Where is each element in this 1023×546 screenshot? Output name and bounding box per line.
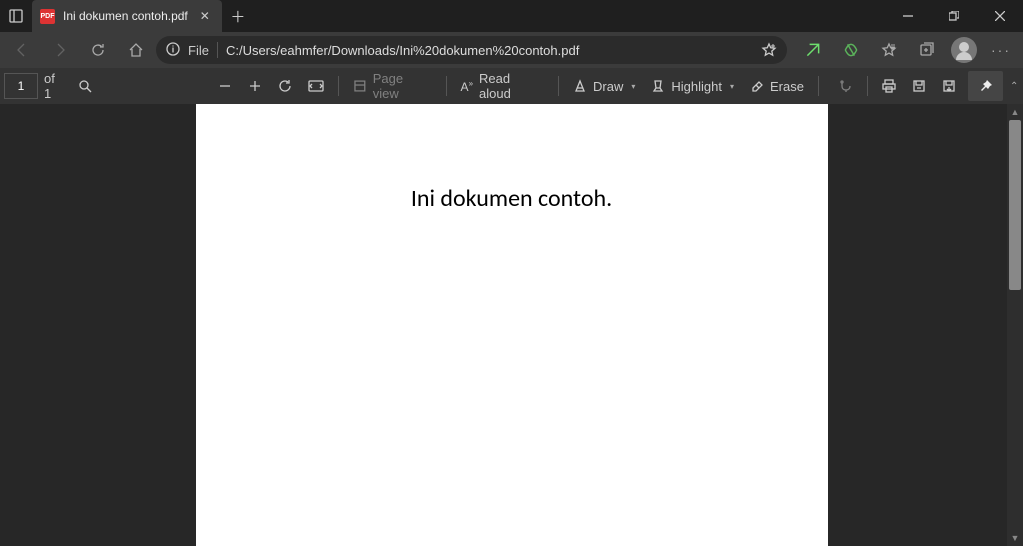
- highlight-button[interactable]: Highlight ▾: [643, 68, 742, 104]
- pdf-viewer: Ini dokumen contoh. ▲ ▼: [0, 104, 1023, 546]
- settings-menu-button[interactable]: ···: [983, 34, 1019, 66]
- back-button[interactable]: [4, 34, 40, 66]
- collections-icon[interactable]: [909, 34, 945, 66]
- find-button[interactable]: [70, 68, 100, 104]
- extension-icon[interactable]: [795, 34, 831, 66]
- pdf-page[interactable]: Ini dokumen contoh.: [196, 104, 828, 546]
- refresh-button[interactable]: [80, 34, 116, 66]
- close-window-button[interactable]: [977, 0, 1023, 32]
- window-controls: [885, 0, 1023, 32]
- favorites-icon[interactable]: [871, 34, 907, 66]
- favorite-button[interactable]: [761, 42, 777, 58]
- maximize-button[interactable]: [931, 0, 977, 32]
- fit-page-button[interactable]: [300, 68, 332, 104]
- divider: [338, 76, 339, 96]
- vertical-scrollbar[interactable]: ▲ ▼: [1007, 104, 1023, 546]
- page-number-input[interactable]: [4, 73, 38, 99]
- zoom-in-button[interactable]: [240, 68, 270, 104]
- tab-actions-icon[interactable]: [0, 0, 32, 32]
- page-view-label: Page view: [373, 71, 432, 101]
- scroll-thumb[interactable]: [1009, 120, 1021, 290]
- divider: [217, 42, 218, 58]
- read-aloud-button[interactable]: A» Read aloud: [453, 68, 552, 104]
- url-bar[interactable]: File C:/Users/eahmfer/Downloads/Ini%20do…: [156, 36, 787, 64]
- url-text: C:/Users/eahmfer/Downloads/Ini%20dokumen…: [226, 43, 579, 58]
- page-total: of 1: [44, 71, 64, 101]
- tab-strip: PDF Ini dokumen contoh.pdf ✕ ＋: [0, 0, 254, 32]
- divider: [818, 76, 819, 96]
- page-view-button[interactable]: Page view: [345, 68, 440, 104]
- erase-button[interactable]: Erase: [742, 68, 812, 104]
- pdf-file-icon: PDF: [40, 9, 55, 24]
- divider: [446, 76, 447, 96]
- collapse-toolbar-button[interactable]: ⌃: [1005, 81, 1023, 92]
- site-info-icon[interactable]: [166, 42, 180, 59]
- url-scheme: File: [188, 43, 209, 58]
- document-heading: Ini dokumen contoh.: [196, 184, 828, 213]
- scroll-down-button[interactable]: ▼: [1007, 530, 1023, 546]
- divider: [867, 76, 868, 96]
- browser-tab[interactable]: PDF Ini dokumen contoh.pdf ✕: [32, 0, 222, 32]
- chevron-down-icon[interactable]: ▾: [631, 82, 635, 91]
- draw-button[interactable]: Draw ▾: [565, 68, 643, 104]
- zoom-out-button[interactable]: [210, 68, 240, 104]
- home-button[interactable]: [118, 34, 154, 66]
- new-tab-button[interactable]: ＋: [222, 0, 254, 32]
- tab-title: Ini dokumen contoh.pdf: [63, 9, 188, 23]
- chevron-down-icon[interactable]: ▾: [730, 82, 734, 91]
- save-button[interactable]: [904, 68, 934, 104]
- title-bar: PDF Ini dokumen contoh.pdf ✕ ＋: [0, 0, 1023, 32]
- forward-button[interactable]: [42, 34, 78, 66]
- read-aloud-label: Read aloud: [479, 71, 544, 101]
- scroll-track[interactable]: [1007, 120, 1023, 530]
- save-as-button[interactable]: [934, 68, 964, 104]
- rotate-button[interactable]: [270, 68, 300, 104]
- close-tab-button[interactable]: ✕: [196, 7, 214, 25]
- toolbar-extensions: [795, 34, 945, 66]
- erase-label: Erase: [770, 79, 804, 94]
- pdf-toolbar: of 1 Page view A» Read aloud Draw ▾ High…: [0, 68, 1023, 104]
- text-tool-button[interactable]: [831, 68, 861, 104]
- minimize-button[interactable]: [885, 0, 931, 32]
- extension-icon-2[interactable]: [833, 34, 869, 66]
- highlight-label: Highlight: [671, 79, 722, 94]
- profile-avatar[interactable]: [951, 37, 977, 63]
- print-button[interactable]: [874, 68, 904, 104]
- scroll-up-button[interactable]: ▲: [1007, 104, 1023, 120]
- pin-toolbar-button[interactable]: [968, 71, 1003, 101]
- divider: [558, 76, 559, 96]
- draw-label: Draw: [593, 79, 623, 94]
- address-bar-row: File C:/Users/eahmfer/Downloads/Ini%20do…: [0, 32, 1023, 68]
